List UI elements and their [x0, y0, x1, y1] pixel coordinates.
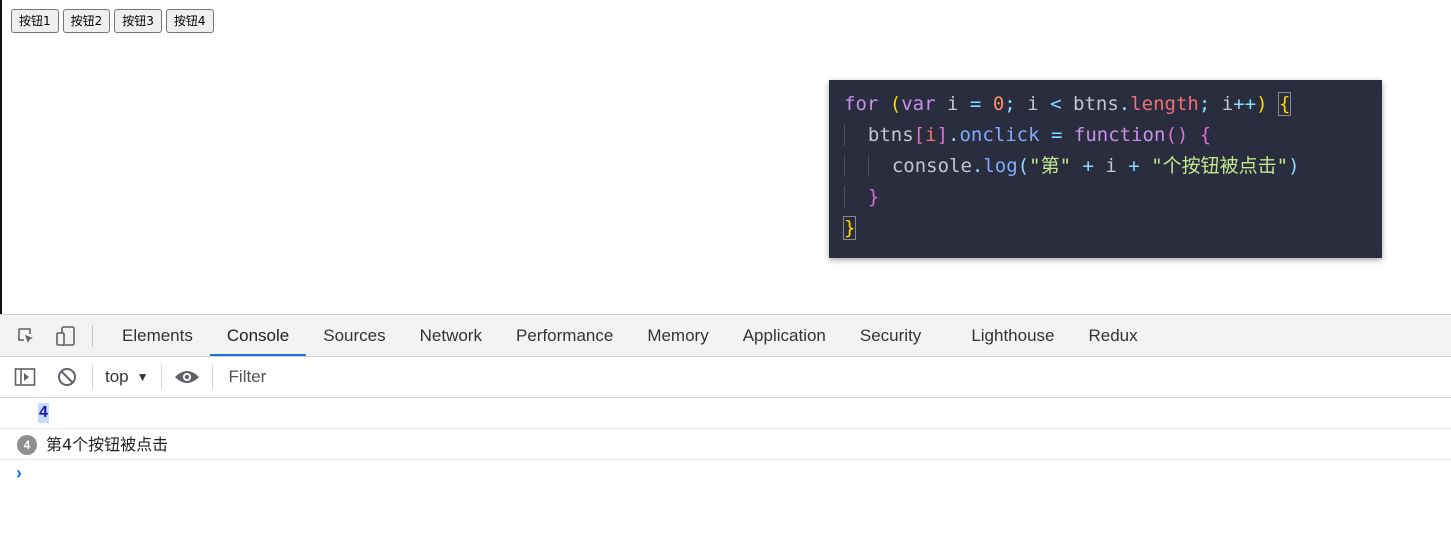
inspect-element-icon[interactable]	[14, 315, 38, 356]
code-line-1: for (var i = 0; i < btns.length; i++) {	[844, 89, 1382, 120]
code-token: (	[889, 93, 902, 115]
eye-icon[interactable]	[174, 364, 200, 390]
indent-guide	[844, 186, 857, 208]
code-token: i	[1221, 93, 1234, 115]
tab-security[interactable]: Security	[843, 315, 938, 356]
console-output-line: 4	[0, 398, 1451, 429]
code-token: var	[901, 93, 936, 115]
prompt-chevron-icon: ›	[16, 463, 22, 483]
console-prompt-line[interactable]: ›	[0, 460, 1451, 490]
code-token: .	[1118, 93, 1131, 115]
code-token: ;	[1004, 93, 1016, 115]
code-token: {	[1199, 124, 1212, 146]
code-token: i	[1105, 155, 1117, 177]
code-token: }	[842, 216, 857, 240]
code-token: ()	[1165, 124, 1189, 146]
tab-lighthouse[interactable]: Lighthouse	[954, 315, 1071, 356]
code-token: i	[1027, 93, 1039, 115]
code-token: )	[1288, 155, 1300, 177]
tab-performance[interactable]: Performance	[499, 315, 630, 356]
code-token: .	[948, 124, 960, 146]
tab-sources[interactable]: Sources	[306, 315, 402, 356]
code-line-4: }	[844, 182, 1382, 213]
code-token: onclick	[959, 124, 1040, 146]
code-token: =	[1051, 124, 1063, 146]
code-token: 0	[992, 93, 1005, 115]
code-line-3: console.log("第" + i + "个按钮被点击")	[844, 151, 1382, 182]
console-value[interactable]: 4	[38, 403, 49, 423]
code-token: ]	[936, 124, 949, 146]
web-page-viewport: 按钮1 按钮2 按钮3 按钮4 for (var i = 0; i < btns…	[0, 0, 1451, 314]
code-line-5: }	[842, 213, 1382, 244]
device-toolbar-icon[interactable]	[54, 315, 78, 356]
code-token: console	[891, 155, 972, 177]
console-log-line: 4 第4个按钮被点击	[0, 429, 1451, 460]
indent-guide	[867, 155, 881, 177]
code-token: =	[969, 93, 982, 115]
filter-input[interactable]: Filter	[229, 363, 629, 391]
indent-guide	[844, 155, 857, 177]
toolbar-divider	[211, 365, 213, 389]
tab-application[interactable]: Application	[726, 315, 843, 356]
button-row: 按钮1 按钮2 按钮3 按钮4	[11, 9, 214, 33]
code-token: .	[971, 155, 984, 177]
tab-network[interactable]: Network	[403, 315, 499, 356]
code-token: (	[1017, 155, 1030, 177]
console-log-message: 第4个按钮被点击	[46, 435, 169, 454]
tab-elements[interactable]: Elements	[105, 315, 210, 356]
code-token: )	[1256, 93, 1268, 115]
tab-redux[interactable]: Redux	[1072, 315, 1155, 356]
toolbar-divider	[92, 365, 93, 389]
indent-guide	[844, 124, 857, 146]
devtools-tabbar: Elements Console Sources Network Perform…	[0, 315, 1451, 357]
repeat-count-badge: 4	[17, 435, 37, 455]
sidebar-toggle-icon[interactable]	[12, 364, 38, 390]
console-toolbar: top ▼ Filter	[0, 357, 1451, 398]
devtools-panel: Elements Console Sources Network Perform…	[0, 314, 1451, 533]
code-token: <	[1050, 93, 1062, 115]
code-token: }	[867, 186, 880, 208]
toolbar-divider	[92, 324, 93, 347]
code-snippet: for (var i = 0; i < btns.length; i++) { …	[829, 80, 1382, 258]
code-token: "个按钮被点击"	[1151, 155, 1289, 177]
tab-console[interactable]: Console	[209, 315, 307, 356]
dropdown-arrow-icon: ▼	[136, 370, 149, 384]
code-token: {	[1277, 92, 1292, 116]
code-token: length	[1130, 93, 1199, 115]
code-token: "第"	[1029, 155, 1072, 177]
code-token: btns	[1073, 93, 1119, 115]
code-token: i	[925, 124, 937, 146]
page-button-4[interactable]: 按钮4	[165, 9, 214, 33]
context-label: top	[105, 367, 129, 386]
code-token: function	[1073, 124, 1166, 146]
code-token: +	[1082, 155, 1094, 177]
code-token: log	[983, 155, 1018, 177]
toolbar-divider	[160, 365, 162, 389]
page-button-1[interactable]: 按钮1	[11, 9, 59, 33]
code-token: btns	[867, 124, 914, 146]
code-token: i	[947, 93, 959, 115]
context-selector[interactable]: top ▼	[105, 367, 149, 387]
page-button-3[interactable]: 按钮3	[114, 9, 162, 33]
code-token: [	[913, 124, 926, 146]
code-token: ;	[1198, 93, 1211, 115]
code-line-2: btns[i].onclick = function() {	[844, 120, 1382, 151]
code-token: +	[1128, 155, 1140, 177]
code-token: ++	[1233, 93, 1257, 115]
clear-console-icon[interactable]	[54, 364, 80, 390]
page-button-2[interactable]: 按钮2	[62, 9, 111, 33]
code-token: for	[844, 93, 879, 115]
tab-memory[interactable]: Memory	[630, 315, 725, 356]
